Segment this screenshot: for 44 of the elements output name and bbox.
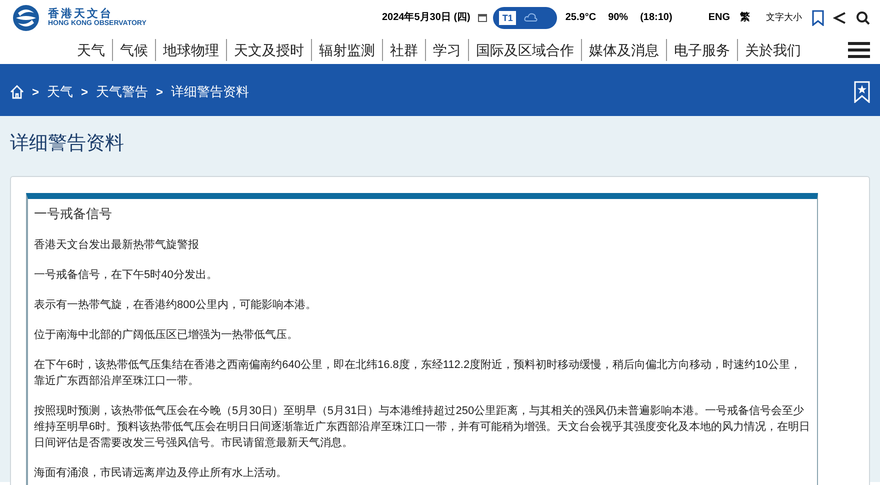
signal-badge: T1 [499, 10, 516, 24]
breadcrumb-link[interactable]: 天气警告 [96, 82, 148, 102]
nav-link[interactable]: 学习 [425, 38, 468, 60]
nav-link[interactable]: 媒体及消息 [581, 38, 666, 60]
weather-signal-pill[interactable]: T1 [493, 6, 558, 28]
warning-paragraph: 按照现时预测，该热带低气压会在今晚（5月30日）至明早（5月31日）与本港维持超过250公里距离，与其相关的强风仍未普遍影响本港。一号戒备信号会至少维持至明早6时。预料该热带低气压会在明日日间逐渐靠近广东西部沿岸至珠江口一带，并有可能稍为增强。天文台会视乎其强度变化及本地的风力情况，在明日日间评估是否需要改发三号强风信号。市民请留意最新天气消息。 [34, 404, 811, 451]
warning-paragraph: 在下午6时，该热带低气压集结在香港之西南偏南约640公里，即在北纬16.8度，东经112.2度附近，预料初时移动缓慢，稍后向偏北方向移动，时速约10公里，靠近广东西部沿岸至珠江口一带。 [34, 358, 802, 389]
nav-link[interactable]: 地球物理 [155, 38, 226, 60]
bookmark-star-icon[interactable] [854, 80, 870, 102]
language-link[interactable]: 繁 [740, 10, 750, 25]
warning-paragraph: 位于南海中北部的广阔低压区已增强为一热带低气压。 [34, 328, 299, 343]
nav-link[interactable]: 天气 [70, 38, 112, 60]
nav-link[interactable]: 关於我们 [737, 38, 808, 60]
warning-paragraph: 表示有一热带气旋，在香港约800公里内，可能影响本港。 [34, 298, 318, 313]
humidity-text: 90% [608, 11, 628, 25]
date-text: 2024年5月30日 (四) [382, 10, 470, 25]
warning-paragraph: 香港天文台发出最新热带气旋警报 [34, 238, 200, 253]
time-text: (18:10) [640, 11, 672, 25]
breadcrumb-link[interactable]: 天气 [47, 82, 74, 102]
menu-icon[interactable] [848, 42, 870, 58]
search-icon[interactable] [856, 10, 870, 24]
nav-link[interactable]: 天文及授时 [226, 38, 311, 60]
nav-link[interactable]: 社群 [382, 38, 425, 60]
breadcrumb-separator: > [81, 84, 88, 100]
logo-title: 香港天文台 [48, 8, 114, 20]
breadcrumb-separator: > [156, 84, 164, 100]
share-icon[interactable] [833, 10, 847, 24]
bookmark-icon[interactable] [812, 10, 824, 26]
breadcrumb-separator: > [32, 84, 40, 100]
calendar-icon[interactable] [478, 13, 488, 22]
home-icon[interactable] [10, 84, 24, 98]
breadcrumb-current: 详细警告资料 [171, 82, 250, 101]
warning-title: 一号戒备信号 [34, 205, 113, 223]
page-title: 详细警告资料 [10, 132, 125, 156]
warning-paragraph: 海面有涌浪，市民请远离岸边及停止所有水上活动。 [34, 466, 288, 481]
nav-link[interactable]: 辐射监测 [311, 38, 382, 60]
nav-link[interactable]: 国际及区域合作 [468, 38, 581, 60]
language-link[interactable]: ENG [708, 10, 730, 25]
nav-link[interactable]: 电子服务 [666, 38, 737, 60]
font-size-link[interactable]: 文字大小 [766, 10, 802, 24]
nav-link[interactable]: 气候 [112, 38, 155, 60]
warning-paragraph: 一号戒备信号，在下午5时40分发出。 [34, 268, 218, 283]
cloud-icon [524, 12, 538, 22]
temperature-text: 25.9°C [565, 11, 596, 25]
